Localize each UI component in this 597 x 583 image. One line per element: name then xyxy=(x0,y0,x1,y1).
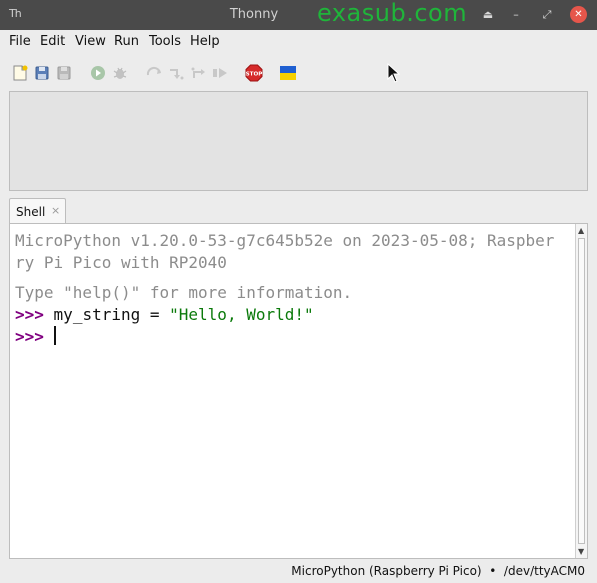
minimize-icon[interactable]: – xyxy=(508,7,524,23)
step-out-icon[interactable] xyxy=(189,64,207,82)
menu-edit[interactable]: Edit xyxy=(40,34,65,49)
step-into-icon[interactable] xyxy=(167,64,185,82)
banner-line: MicroPython v1.20.0-53-g7c645b52e on 202… xyxy=(15,231,555,250)
text-caret xyxy=(53,326,56,345)
watermark-text: exasub.com xyxy=(317,0,468,27)
command-string: "Hello, World!" xyxy=(169,305,314,324)
new-file-icon[interactable] xyxy=(11,64,29,82)
menu-file[interactable]: File xyxy=(9,34,31,49)
open-file-icon[interactable] xyxy=(33,64,51,82)
stop-icon-label: STOP xyxy=(246,71,263,77)
shell-prompt: >>> xyxy=(15,327,44,346)
save-file-icon[interactable] xyxy=(55,64,73,82)
stop-icon[interactable]: STOP xyxy=(245,64,263,82)
tab-shell-label: Shell xyxy=(16,205,46,219)
step-over-icon[interactable] xyxy=(145,64,163,82)
banner-line: ry Pi Pico with RP2040 xyxy=(15,253,227,272)
menu-run[interactable]: Run xyxy=(114,34,139,49)
shell-prompt: >>> xyxy=(15,305,44,324)
mouse-pointer-icon xyxy=(387,62,401,83)
resume-icon[interactable] xyxy=(211,64,229,82)
close-icon[interactable]: ✕ xyxy=(570,6,587,23)
toolbar: STOP xyxy=(0,58,597,88)
menu-bar: File Edit View Run Tools Help xyxy=(0,30,597,54)
menu-view[interactable]: View xyxy=(75,34,106,49)
scroll-up-icon[interactable]: ▲ xyxy=(578,226,584,235)
run-icon[interactable] xyxy=(89,64,107,82)
shell-pane[interactable]: MicroPython v1.20.0-53-g7c645b52e on 202… xyxy=(9,223,588,559)
thonny-window: Th Thonny exasub.com ⏏ – ⤢ ✕ File Edit V… xyxy=(0,0,597,583)
help-hint-line: Type "help()" for more information. xyxy=(15,283,353,302)
scroll-down-icon[interactable]: ▼ xyxy=(578,547,584,556)
ukraine-flag-icon[interactable] xyxy=(279,64,297,82)
shell-output: MicroPython v1.20.0-53-g7c645b52e on 202… xyxy=(15,230,573,348)
debug-icon[interactable] xyxy=(111,64,129,82)
maximize-icon[interactable]: ⤢ xyxy=(539,7,555,23)
status-bar: MicroPython (Raspberry Pi Pico) • /dev/t… xyxy=(0,561,597,583)
shade-window-icon[interactable]: ⏏ xyxy=(480,7,496,23)
tab-shell[interactable]: Shell × xyxy=(9,198,66,224)
editor-area xyxy=(9,91,588,191)
shell-scrollbar[interactable]: ▲ ▼ xyxy=(575,224,587,558)
input-line[interactable]: >>> xyxy=(15,326,573,348)
tab-close-icon[interactable]: × xyxy=(51,204,60,217)
title-bar[interactable]: Th Thonny exasub.com ⏏ – ⤢ ✕ xyxy=(0,0,597,30)
command-code: my_string = xyxy=(53,305,170,324)
command-line: >>> my_string = "Hello, World!" xyxy=(15,304,573,326)
menu-help[interactable]: Help xyxy=(190,34,220,49)
menu-tools[interactable]: Tools xyxy=(149,34,181,49)
interpreter-status[interactable]: MicroPython (Raspberry Pi Pico) • /dev/t… xyxy=(291,564,585,578)
scrollbar-thumb[interactable] xyxy=(578,238,585,544)
